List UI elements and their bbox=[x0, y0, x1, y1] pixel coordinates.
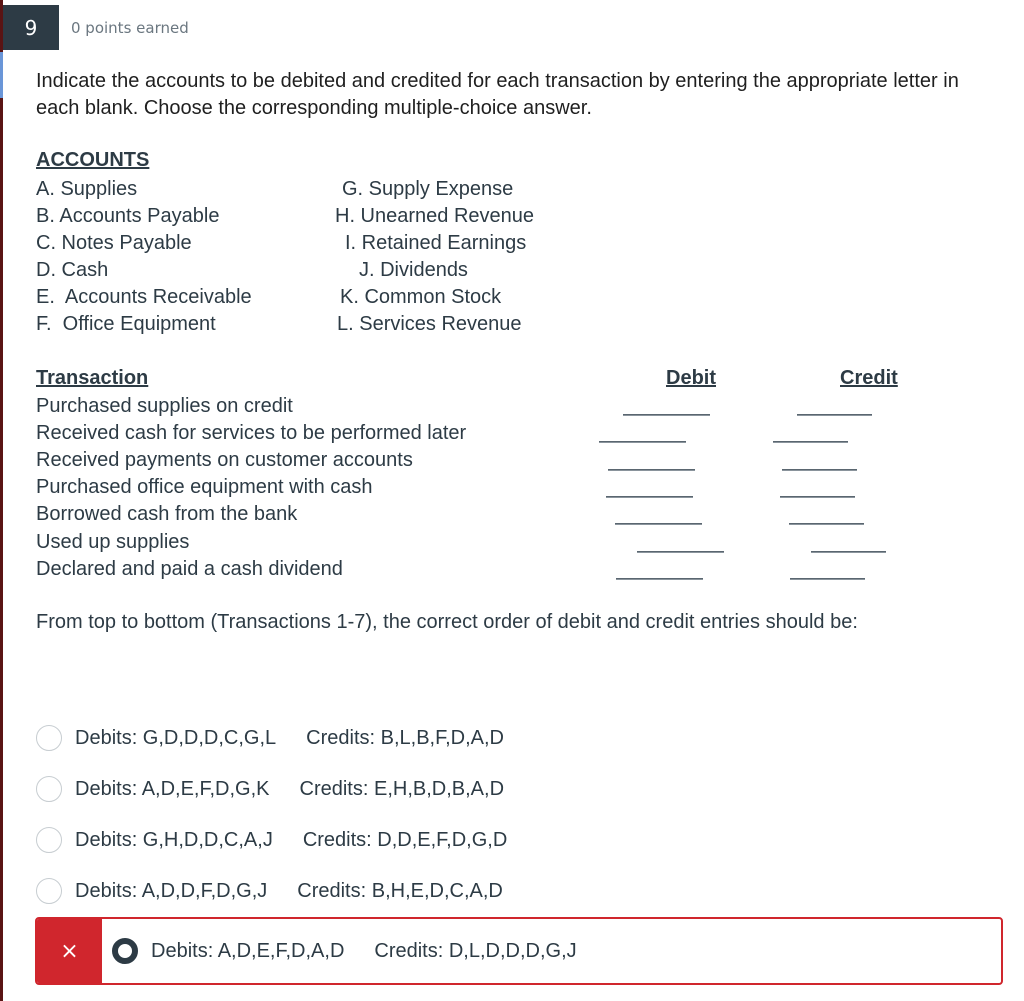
account-k: K. Common Stock bbox=[340, 286, 502, 308]
transaction-row: Received cash for services to be perform… bbox=[36, 422, 467, 444]
debit-blank bbox=[616, 578, 703, 580]
transaction-row: Borrowed cash from the bank bbox=[36, 503, 298, 525]
account-a: A. Supplies bbox=[36, 178, 138, 200]
account-j: J. Dividends bbox=[359, 259, 468, 281]
radio-button[interactable] bbox=[36, 878, 62, 904]
debit-blank bbox=[623, 414, 710, 416]
account-b: B. Accounts Payable bbox=[36, 205, 220, 227]
radio-button[interactable] bbox=[36, 827, 62, 853]
question-prompt: Indicate the accounts to be debited and … bbox=[36, 70, 959, 119]
account-e: E. Accounts Receivable bbox=[36, 286, 252, 308]
debit-blank bbox=[599, 441, 686, 443]
debit-heading: Debit bbox=[666, 367, 716, 389]
credit-blank bbox=[789, 523, 864, 525]
incorrect-x-icon: × bbox=[37, 919, 102, 983]
debit-blank bbox=[615, 523, 702, 525]
transaction-row: Purchased supplies on credit bbox=[36, 395, 293, 417]
option-debits: Debits: A,D,E,F,D,A,D bbox=[151, 939, 345, 962]
debit-blank bbox=[608, 469, 695, 471]
option-debits: Debits: A,D,E,F,D,G,K bbox=[75, 777, 270, 800]
debit-blank bbox=[637, 551, 724, 553]
question-number: 9 bbox=[3, 5, 59, 50]
account-g: G. Supply Expense bbox=[342, 178, 514, 200]
answer-option-4[interactable]: Debits: A,D,D,F,D,G,J Credits: B,H,E,D,C… bbox=[36, 876, 503, 906]
option-debits: Debits: A,D,D,F,D,G,J bbox=[75, 879, 268, 902]
account-f: F. Office Equipment bbox=[36, 313, 216, 335]
option-debits: Debits: G,H,D,D,C,A,J bbox=[75, 828, 273, 851]
answer-instruction: From top to bottom (Transactions 1-7), t… bbox=[36, 611, 858, 633]
credit-blank bbox=[797, 414, 872, 416]
account-l: L. Services Revenue bbox=[337, 313, 522, 335]
option-credits: Credits: D,L,D,D,D,G,J bbox=[374, 939, 577, 962]
option-debits: Debits: G,D,D,D,C,G,L bbox=[75, 726, 277, 749]
answer-option-5[interactable]: Debits: A,D,E,F,D,A,D Credits: D,L,D,D,D… bbox=[112, 919, 577, 983]
credit-blank bbox=[782, 469, 857, 471]
debit-blank bbox=[606, 496, 693, 498]
points-earned: 0 points earned bbox=[71, 19, 189, 37]
account-c: C. Notes Payable bbox=[36, 232, 192, 254]
transaction-row: Received payments on customer accounts bbox=[36, 449, 413, 471]
credit-blank bbox=[811, 551, 886, 553]
answer-option-1[interactable]: Debits: G,D,D,D,C,G,L Credits: B,L,B,F,D… bbox=[36, 723, 504, 753]
account-h: H. Unearned Revenue bbox=[335, 205, 535, 227]
answer-option-2[interactable]: Debits: A,D,E,F,D,G,K Credits: E,H,B,D,B… bbox=[36, 774, 504, 804]
radio-button[interactable] bbox=[36, 776, 62, 802]
radio-button[interactable] bbox=[36, 725, 62, 751]
option-credits: Credits: B,H,E,D,C,A,D bbox=[297, 879, 503, 902]
option-credits: Credits: D,D,E,F,D,G,D bbox=[302, 828, 508, 851]
radio-button-selected[interactable] bbox=[112, 938, 138, 964]
accounts-heading: ACCOUNTS bbox=[36, 149, 150, 171]
account-i: I. Retained Earnings bbox=[345, 232, 527, 254]
transaction-row: Purchased office equipment with cash bbox=[36, 476, 373, 498]
option-credits: Credits: E,H,B,D,B,A,D bbox=[299, 777, 505, 800]
account-d: D. Cash bbox=[36, 259, 109, 281]
credit-blank bbox=[790, 578, 865, 580]
page-left-border-highlight bbox=[0, 52, 3, 98]
selected-answer-incorrect[interactable]: × Debits: A,D,E,F,D,A,D Credits: D,L,D,D… bbox=[35, 917, 1003, 985]
transaction-row: Declared and paid a cash dividend bbox=[36, 558, 343, 580]
credit-blank bbox=[773, 441, 848, 443]
page-left-border bbox=[0, 0, 3, 1001]
transaction-heading: Transaction bbox=[36, 367, 149, 389]
credit-blank bbox=[780, 496, 855, 498]
credit-heading: Credit bbox=[840, 367, 898, 389]
option-credits: Credits: B,L,B,F,D,A,D bbox=[306, 726, 504, 749]
transaction-row: Used up supplies bbox=[36, 531, 190, 553]
answer-option-3[interactable]: Debits: G,H,D,D,C,A,J Credits: D,D,E,F,D… bbox=[36, 825, 507, 855]
